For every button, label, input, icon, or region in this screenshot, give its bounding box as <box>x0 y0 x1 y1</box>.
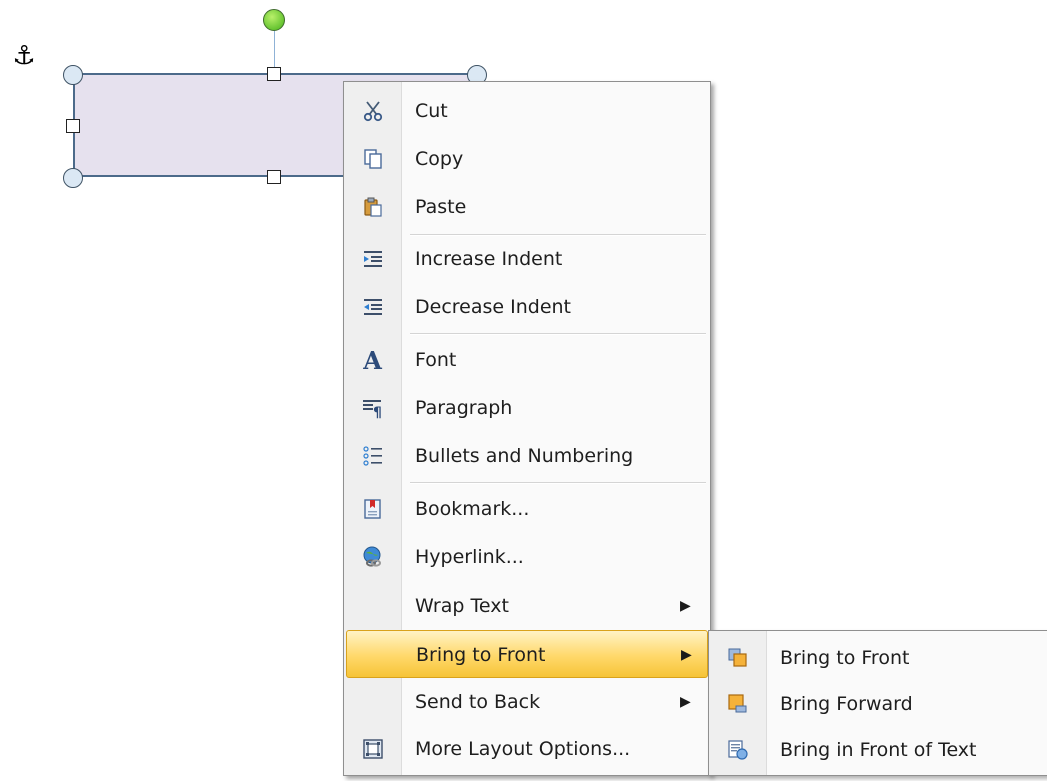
scissors-icon <box>344 87 401 135</box>
menu-item-label: More Layout Options... <box>415 738 631 760</box>
menu-item-increase-indent[interactable]: Increase Indent <box>344 235 710 283</box>
bring-forward-icon <box>709 681 766 727</box>
menu-item-label: Cut <box>415 100 448 122</box>
menu-item-bring-to-front[interactable]: Bring to Front ▶ <box>346 630 708 678</box>
menu-item-label: Wrap Text <box>415 595 509 617</box>
submenu-arrow-icon: ▶ <box>680 598 691 614</box>
menu-item-paste[interactable]: Paste <box>344 183 710 231</box>
rotation-connector <box>274 25 275 73</box>
resize-handle-left[interactable] <box>66 119 80 133</box>
submenu-item-bring-to-front[interactable]: Bring to Front <box>709 635 1047 681</box>
rotation-handle[interactable] <box>263 9 285 31</box>
bring-to-front-submenu: Bring to Front Bring Forward Bring in Fr… <box>708 630 1047 776</box>
menu-item-hyperlink[interactable]: Hyperlink... <box>344 533 710 581</box>
menu-item-label: Send to Back <box>415 691 541 713</box>
bookmark-icon <box>344 485 401 533</box>
hyperlink-icon <box>344 533 401 581</box>
copy-icon <box>344 135 401 183</box>
menu-separator <box>410 482 706 484</box>
menu-item-label: Copy <box>415 148 464 170</box>
submenu-item-label: Bring in Front of Text <box>780 739 977 761</box>
anchor-icon: ⚓ <box>12 41 36 71</box>
menu-item-paragraph[interactable]: ¶ Paragraph <box>344 384 710 432</box>
menu-item-bullets-numbering[interactable]: Bullets and Numbering <box>344 432 710 480</box>
resize-handle-bottom-left[interactable] <box>63 168 83 188</box>
svg-text:¶: ¶ <box>373 405 382 419</box>
menu-separator <box>410 333 706 335</box>
menu-item-label: Bookmark... <box>415 498 530 520</box>
menu-item-label: Decrease Indent <box>415 296 572 318</box>
font-icon: A <box>363 345 382 375</box>
decrease-indent-icon <box>344 283 401 331</box>
menu-item-cut[interactable]: Cut <box>344 87 710 135</box>
submenu-item-bring-in-front-of-text[interactable]: Bring in Front of Text <box>709 727 1047 773</box>
paste-icon <box>344 183 401 231</box>
layout-options-icon <box>344 725 401 773</box>
menu-item-font[interactable]: A Font <box>344 336 710 384</box>
submenu-arrow-icon: ▶ <box>680 694 691 710</box>
menu-item-label: Bullets and Numbering <box>415 445 634 467</box>
resize-handle-top-left[interactable] <box>63 65 83 85</box>
paragraph-icon: ¶ <box>344 384 401 432</box>
submenu-item-bring-forward[interactable]: Bring Forward <box>709 681 1047 727</box>
bring-in-front-of-text-icon <box>709 727 766 773</box>
menu-item-copy[interactable]: Copy <box>344 135 710 183</box>
menu-item-label: Font <box>415 349 457 371</box>
submenu-item-label: Bring Forward <box>780 693 913 715</box>
menu-item-label: Paste <box>415 196 467 218</box>
menu-item-label: Hyperlink... <box>415 546 524 568</box>
context-menu: Cut Copy Paste Increase Indent Decrease … <box>343 81 711 776</box>
increase-indent-icon <box>344 235 401 283</box>
submenu-arrow-icon: ▶ <box>681 647 692 663</box>
menu-item-bookmark[interactable]: Bookmark... <box>344 485 710 533</box>
menu-item-label: Increase Indent <box>415 248 563 270</box>
bullets-icon <box>344 432 401 480</box>
submenu-item-label: Bring to Front <box>780 647 910 669</box>
bring-to-front-icon <box>709 635 766 681</box>
menu-item-send-to-back[interactable]: Send to Back ▶ <box>344 678 710 726</box>
resize-handle-top[interactable] <box>267 67 281 81</box>
menu-item-more-layout-options[interactable]: More Layout Options... <box>344 725 710 773</box>
menu-item-label: Bring to Front <box>416 644 546 666</box>
resize-handle-bottom[interactable] <box>267 170 281 184</box>
menu-item-decrease-indent[interactable]: Decrease Indent <box>344 283 710 331</box>
menu-item-wrap-text[interactable]: Wrap Text ▶ <box>344 582 710 630</box>
menu-item-label: Paragraph <box>415 397 513 419</box>
